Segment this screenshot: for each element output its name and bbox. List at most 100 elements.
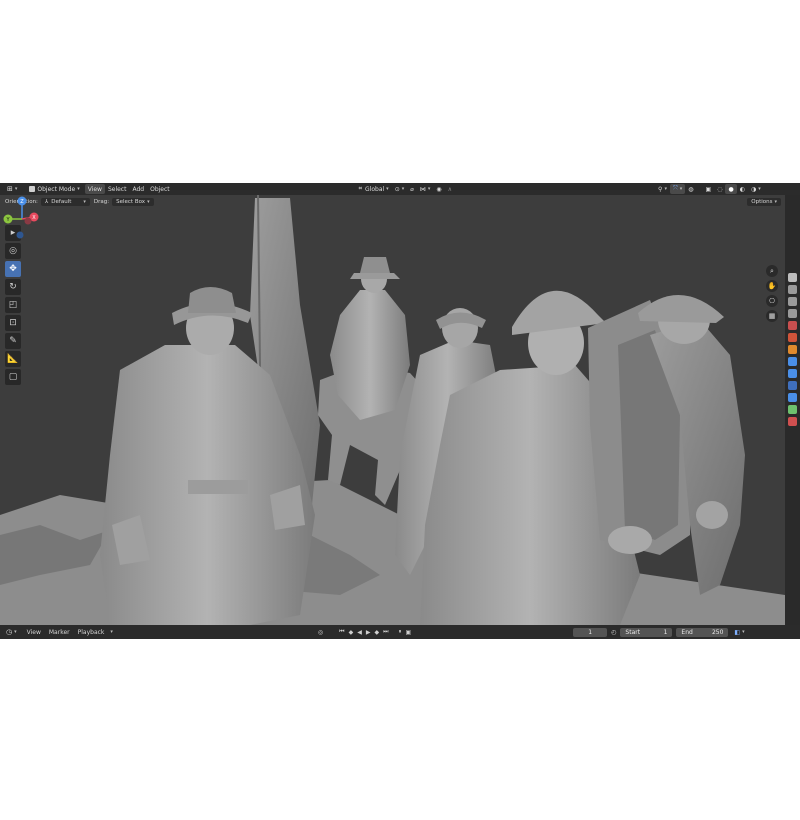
mode-select[interactable]: Object Mode ▾ [26,184,82,194]
sculpture-scene [0,195,785,625]
menu-add[interactable]: Add [129,184,147,194]
overlay-toggle[interactable]: ◍ [685,184,696,194]
object-tab-icon[interactable] [788,345,797,354]
material-tab-icon[interactable] [788,417,797,426]
chevron-down-icon: ▾ [401,186,405,192]
next-keyframe-icon[interactable]: ◆ [372,629,381,636]
wireframe-sphere-icon: ◌ [717,185,723,193]
jump-start-icon[interactable]: ⏮ [337,628,346,636]
rendered-sphere-icon: ◑ [750,185,757,193]
menu-view[interactable]: View [84,184,105,194]
drag-select[interactable]: Select Box ▾ [112,197,154,206]
proportional-edit-icon: ◉ [436,185,442,193]
chevron-down-icon: ▾ [427,186,431,192]
world-tab-icon[interactable] [788,333,797,342]
start-value: 1 [663,628,668,636]
measure-icon[interactable]: 📐 [5,351,21,367]
render-tab-icon[interactable] [788,285,797,294]
menu-object[interactable]: Object [147,184,173,194]
chevron-down-icon: ▾ [77,186,80,192]
physics-tab-icon[interactable] [788,381,797,390]
falloff-button[interactable]: ∧ [445,184,455,194]
prev-keyframe-icon[interactable]: ◆ [347,629,356,636]
end-frame-field[interactable]: End 250 [676,627,729,637]
chevron-down-icon: ▾ [83,198,86,205]
record-icon[interactable]: ◎ [318,629,323,636]
timeline-menu-marker[interactable]: Marker [45,629,74,636]
snap-icon: ⌀ [410,185,414,193]
keying-icon[interactable]: ⏸ [396,628,403,636]
transform-orientation-select[interactable]: ⌗ Global ▾ [356,184,392,194]
chevron-down-icon: ▾ [758,186,761,192]
shading-material[interactable]: ◐ [737,184,748,194]
chevron-down-icon: ▾ [14,186,18,192]
rotate-icon[interactable]: ↻ [5,279,21,295]
3d-viewport[interactable]: Orientation: ⅄ Default ▾ Drag: Select Bo… [0,195,785,625]
shading-rendered[interactable]: ◑ ▾ [748,184,764,194]
auto-key-icon[interactable]: ▣ [404,629,414,636]
start-frame-field[interactable]: Start 1 [620,627,673,637]
chevron-down-icon: ▾ [679,186,683,192]
jump-end-icon[interactable]: ⏭ [381,628,390,636]
snap-target-icon: ⋈ [419,185,426,193]
visibility-icon: ⚲ [658,185,663,193]
chevron-down-icon: ▾ [14,629,17,635]
chevron-down-icon: ▾ [147,198,150,205]
shading-wireframe[interactable]: ◌ [714,184,725,194]
grid-perspective-icon[interactable]: ▦ [766,310,778,322]
cursor-icon[interactable]: ◎ [5,243,21,259]
orientation-value: Default [51,198,72,205]
visibility-button[interactable]: ⚲ ▾ [655,184,670,194]
timeline-options-icon[interactable]: ◧ [734,629,740,636]
play-icon[interactable]: ▶ [364,629,373,636]
modifier-tab-icon[interactable] [788,357,797,366]
gizmo-axis-neg-x [24,217,32,225]
play-reverse-icon[interactable]: ◀ [355,629,364,636]
tool-tab-icon[interactable] [788,273,797,282]
object-mode-icon [29,186,36,192]
snap-target-button[interactable]: ⋈ ▾ [417,184,434,194]
blender-window: ⊞ ▾ Object Mode ▾ View Select Add Object ⌗… [0,183,800,639]
view-layer-tab-icon[interactable] [788,309,797,318]
current-frame-value: 1 [588,628,593,636]
end-label: End [681,628,693,636]
add-cube-icon[interactable]: ▢ [5,369,21,385]
move-icon[interactable]: ✥ [5,261,21,277]
timeline-editor-icon[interactable]: ◷ [6,628,12,636]
xray-toggle[interactable]: ▣ [703,184,715,194]
output-tab-icon[interactable] [788,297,797,306]
timeline-menu-playback[interactable]: Playback [74,629,109,636]
viewport-header: ⊞ ▾ Object Mode ▾ View Select Add Object ⌗… [0,183,800,195]
camera-icon[interactable]: ⎔ [766,295,778,307]
constraints-tab-icon[interactable] [788,393,797,402]
chevron-down-icon: ▾ [742,629,745,635]
current-frame-field[interactable]: 1 [573,627,608,637]
editor-type-button[interactable]: ⊞ ▾ [4,184,20,194]
timeline-header: ◷ ▾ View Marker Playback ▾ ◎ ⏮ ◆ ◀ ▶ ◆ ⏭ ⏸… [0,625,800,639]
drag-value: Select Box [116,198,146,205]
zoom-icon[interactable]: ⌕ [766,265,778,277]
gizmo-label-z: Z [20,199,24,205]
clock-icon[interactable]: ◴ [611,629,616,636]
data-tab-icon[interactable] [788,405,797,414]
particles-tab-icon[interactable] [788,369,797,378]
menu-select[interactable]: Select [105,184,130,194]
annotate-icon[interactable]: ✎ [5,333,21,349]
timeline-menu-view[interactable]: View [23,629,45,636]
gizmo-toggle[interactable]: ⤧ ▾ [669,184,686,194]
pivot-point-button[interactable]: ⊙ ▾ [392,184,408,194]
scale-icon[interactable]: ◰ [5,297,21,313]
gizmo-axis-neg-z [16,231,24,239]
snap-toggle[interactable]: ⌀ [407,184,417,194]
drag-label: Drag: [93,198,110,205]
orientation-label: Global [365,185,385,193]
proportional-edit-toggle[interactable]: ◉ [433,184,444,194]
navigation-gizmo[interactable]: Z Y X [0,195,44,243]
shading-solid[interactable]: ● [725,184,737,194]
scene-tab-icon[interactable] [788,321,797,330]
orientation-select[interactable]: ⅄ Default ▾ [40,197,90,206]
transform-icon[interactable]: ⊡ [5,315,21,331]
material-sphere-icon: ◐ [739,185,745,193]
pan-hand-icon[interactable]: ✋ [766,280,778,292]
options-button[interactable]: Options ▾ [747,197,781,206]
